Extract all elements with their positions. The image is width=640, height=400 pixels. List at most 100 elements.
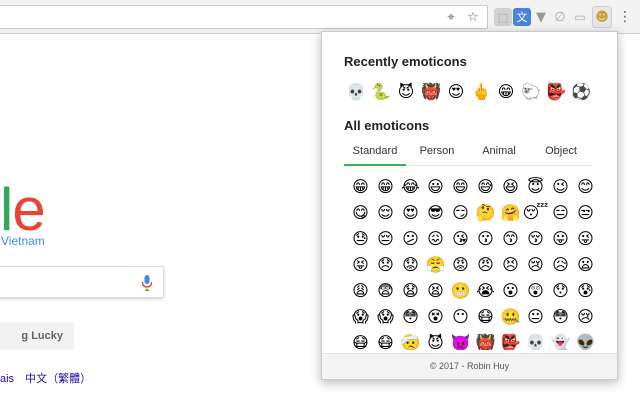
location-target-icon[interactable]: ⌖ bbox=[440, 6, 462, 28]
emoticon-cell[interactable]: 😤 bbox=[423, 252, 448, 278]
recent-emoticon[interactable]: 👹 bbox=[421, 82, 441, 102]
emoticon-cell[interactable]: 😁 bbox=[373, 174, 398, 200]
menu-dots-icon[interactable]: ⋮ bbox=[616, 8, 634, 26]
emoticon-cell[interactable]: 👽 bbox=[573, 330, 598, 350]
recent-emoticon[interactable]: 🐍 bbox=[371, 82, 391, 102]
emoticon-ext-icon[interactable]: ☻ bbox=[592, 6, 612, 28]
recent-emoticon[interactable]: 🖕 bbox=[471, 82, 491, 102]
emoticon-cell[interactable]: 😘 bbox=[448, 226, 473, 252]
emoticon-cell[interactable]: 😫 bbox=[423, 278, 448, 304]
emoticon-cell[interactable]: 😃 bbox=[423, 174, 448, 200]
emoticon-cell[interactable]: 😚 bbox=[523, 226, 548, 252]
address-bar[interactable]: ⌖ ☆ bbox=[0, 5, 488, 29]
emoticon-cell[interactable]: 😲 bbox=[523, 278, 548, 304]
translate-ext-icon[interactable]: 文 bbox=[513, 8, 531, 26]
emoticon-cell[interactable]: 😱 bbox=[348, 304, 373, 330]
emoticon-cell[interactable]: 🤔 bbox=[473, 200, 498, 226]
tab-standard[interactable]: Standard bbox=[344, 140, 406, 166]
emoticon-cell[interactable]: 😥 bbox=[548, 252, 573, 278]
video-ext-icon[interactable]: ▭ bbox=[571, 8, 589, 26]
emoticon-cell[interactable]: 😉 bbox=[548, 174, 573, 200]
screenshot-ext-icon[interactable]: ⬚ bbox=[494, 8, 512, 26]
emoticon-cell[interactable]: 😏 bbox=[448, 200, 473, 226]
emoticon-cell[interactable]: 😢 bbox=[523, 252, 548, 278]
emoticon-cell[interactable]: 😱 bbox=[373, 304, 398, 330]
emoticon-cell[interactable]: 👹 bbox=[473, 330, 498, 350]
emoticon-cell[interactable]: 😧 bbox=[398, 278, 423, 304]
tab-person[interactable]: Person bbox=[406, 140, 468, 166]
emoticon-cell[interactable]: 🤐 bbox=[498, 304, 523, 330]
emoticon-cell[interactable]: 😶 bbox=[448, 304, 473, 330]
emoticon-cell[interactable]: 👿 bbox=[448, 330, 473, 350]
emoticon-cell[interactable]: 👻 bbox=[548, 330, 573, 350]
emoticon-cell[interactable]: 😮 bbox=[498, 278, 523, 304]
emoticon-cell[interactable]: 😩 bbox=[348, 278, 373, 304]
vpn-ext-icon[interactable]: ▼ bbox=[532, 8, 550, 26]
emoticon-cell[interactable]: 😟 bbox=[398, 252, 423, 278]
emoticon-cell[interactable]: 👺 bbox=[498, 330, 523, 350]
emoticon-cell[interactable]: 😓 bbox=[348, 226, 373, 252]
recent-emoticon[interactable]: 😍 bbox=[446, 82, 466, 102]
language-link[interactable]: ais bbox=[0, 373, 14, 385]
emoticon-cell[interactable]: 😬 bbox=[448, 278, 473, 304]
recent-emoticon[interactable]: 😈 bbox=[396, 82, 416, 102]
emoticon-cell[interactable]: 😷 bbox=[473, 304, 498, 330]
microphone-icon[interactable] bbox=[141, 275, 153, 291]
emoticon-grid-scroll[interactable]: 😁 😁 😂 😃 😄 😅 😆 😇 😉 😊 😋 😌 😍 😎 😏 🤔 🤗 😴 😑 😒 😓 😔 😕 😖 😘 😗 😙 😚 😛 😜 😝 😞 😟 😤 😡 😠 😣 😢 😥 😦… bbox=[322, 172, 617, 350]
emoticon-cell[interactable]: 😐 bbox=[523, 304, 548, 330]
emoticon-cell[interactable]: 😗 bbox=[473, 226, 498, 252]
emoticon-cell[interactable]: 😷 bbox=[348, 330, 373, 350]
emoticon-cell[interactable]: 😳 bbox=[398, 304, 423, 330]
emoticon-cell[interactable]: 😣 bbox=[498, 252, 523, 278]
emoticon-cell[interactable]: 😭 bbox=[473, 278, 498, 304]
emoticon-cell[interactable]: 😖 bbox=[423, 226, 448, 252]
recent-emoticon[interactable]: ⚽ bbox=[571, 82, 591, 102]
emoticon-cell[interactable]: 😎 bbox=[423, 200, 448, 226]
feeling-lucky-button[interactable]: g Lucky bbox=[0, 322, 74, 350]
emoticon-cell[interactable]: 😨 bbox=[373, 278, 398, 304]
emoticon-cell[interactable]: 😡 bbox=[448, 252, 473, 278]
emoticon-cell[interactable]: 😙 bbox=[498, 226, 523, 252]
emoticon-cell[interactable]: 😝 bbox=[348, 252, 373, 278]
emoticon-cell[interactable]: 😞 bbox=[373, 252, 398, 278]
recent-emoticon[interactable]: 💀 bbox=[346, 82, 366, 102]
emoticon-cell[interactable]: 😒 bbox=[573, 200, 598, 226]
tab-animal[interactable]: Animal bbox=[468, 140, 530, 166]
emoticon-cell[interactable]: 😂 bbox=[398, 174, 423, 200]
emoticon-cell[interactable]: 😵 bbox=[423, 304, 448, 330]
recent-emoticon[interactable]: 🐑 bbox=[521, 82, 541, 102]
emoticon-cell[interactable]: 🤗 bbox=[498, 200, 523, 226]
recent-emoticon[interactable]: 👺 bbox=[546, 82, 566, 102]
emoticon-cell[interactable]: 😛 bbox=[548, 226, 573, 252]
emoticon-cell[interactable]: 😑 bbox=[548, 200, 573, 226]
emoticon-cell[interactable]: 🤕 bbox=[398, 330, 423, 350]
language-link[interactable]: 中文（繁體） bbox=[25, 373, 91, 385]
star-icon[interactable]: ☆ bbox=[462, 6, 484, 28]
emoticon-cell[interactable]: 😷 bbox=[373, 330, 398, 350]
link-ext-icon[interactable]: ∅ bbox=[551, 8, 569, 26]
emoticon-cell[interactable]: 😜 bbox=[573, 226, 598, 252]
emoticon-cell[interactable]: 😳 bbox=[548, 304, 573, 330]
emoticon-cell[interactable]: 😇 bbox=[523, 174, 548, 200]
emoticon-cell[interactable]: 😊 bbox=[573, 174, 598, 200]
emoticon-cell[interactable]: 😌 bbox=[373, 200, 398, 226]
emoticon-cell[interactable]: 😰 bbox=[573, 278, 598, 304]
emoticon-cell[interactable]: 😠 bbox=[473, 252, 498, 278]
emoticon-cell[interactable]: 😁 bbox=[348, 174, 373, 200]
emoticon-cell[interactable]: 😅 bbox=[473, 174, 498, 200]
emoticon-cell[interactable]: 😄 bbox=[448, 174, 473, 200]
emoticon-cell[interactable]: 😦 bbox=[573, 252, 598, 278]
search-input[interactable] bbox=[0, 266, 164, 298]
emoticon-cell[interactable]: 😔 bbox=[373, 226, 398, 252]
tab-object[interactable]: Object bbox=[530, 140, 592, 166]
emoticon-cell[interactable]: 😈 bbox=[423, 330, 448, 350]
recent-emoticon[interactable]: 😁 bbox=[496, 82, 516, 102]
emoticon-cell[interactable]: 😍 bbox=[398, 200, 423, 226]
emoticon-cell[interactable]: 😴 bbox=[523, 200, 549, 226]
emoticon-cell[interactable]: 😢 bbox=[573, 304, 598, 330]
emoticon-cell[interactable]: 😋 bbox=[348, 200, 373, 226]
emoticon-cell[interactable]: 😆 bbox=[498, 174, 523, 200]
emoticon-cell[interactable]: 😕 bbox=[398, 226, 423, 252]
emoticon-cell[interactable]: 💀 bbox=[523, 330, 548, 350]
emoticon-cell[interactable]: 😯 bbox=[548, 278, 573, 304]
